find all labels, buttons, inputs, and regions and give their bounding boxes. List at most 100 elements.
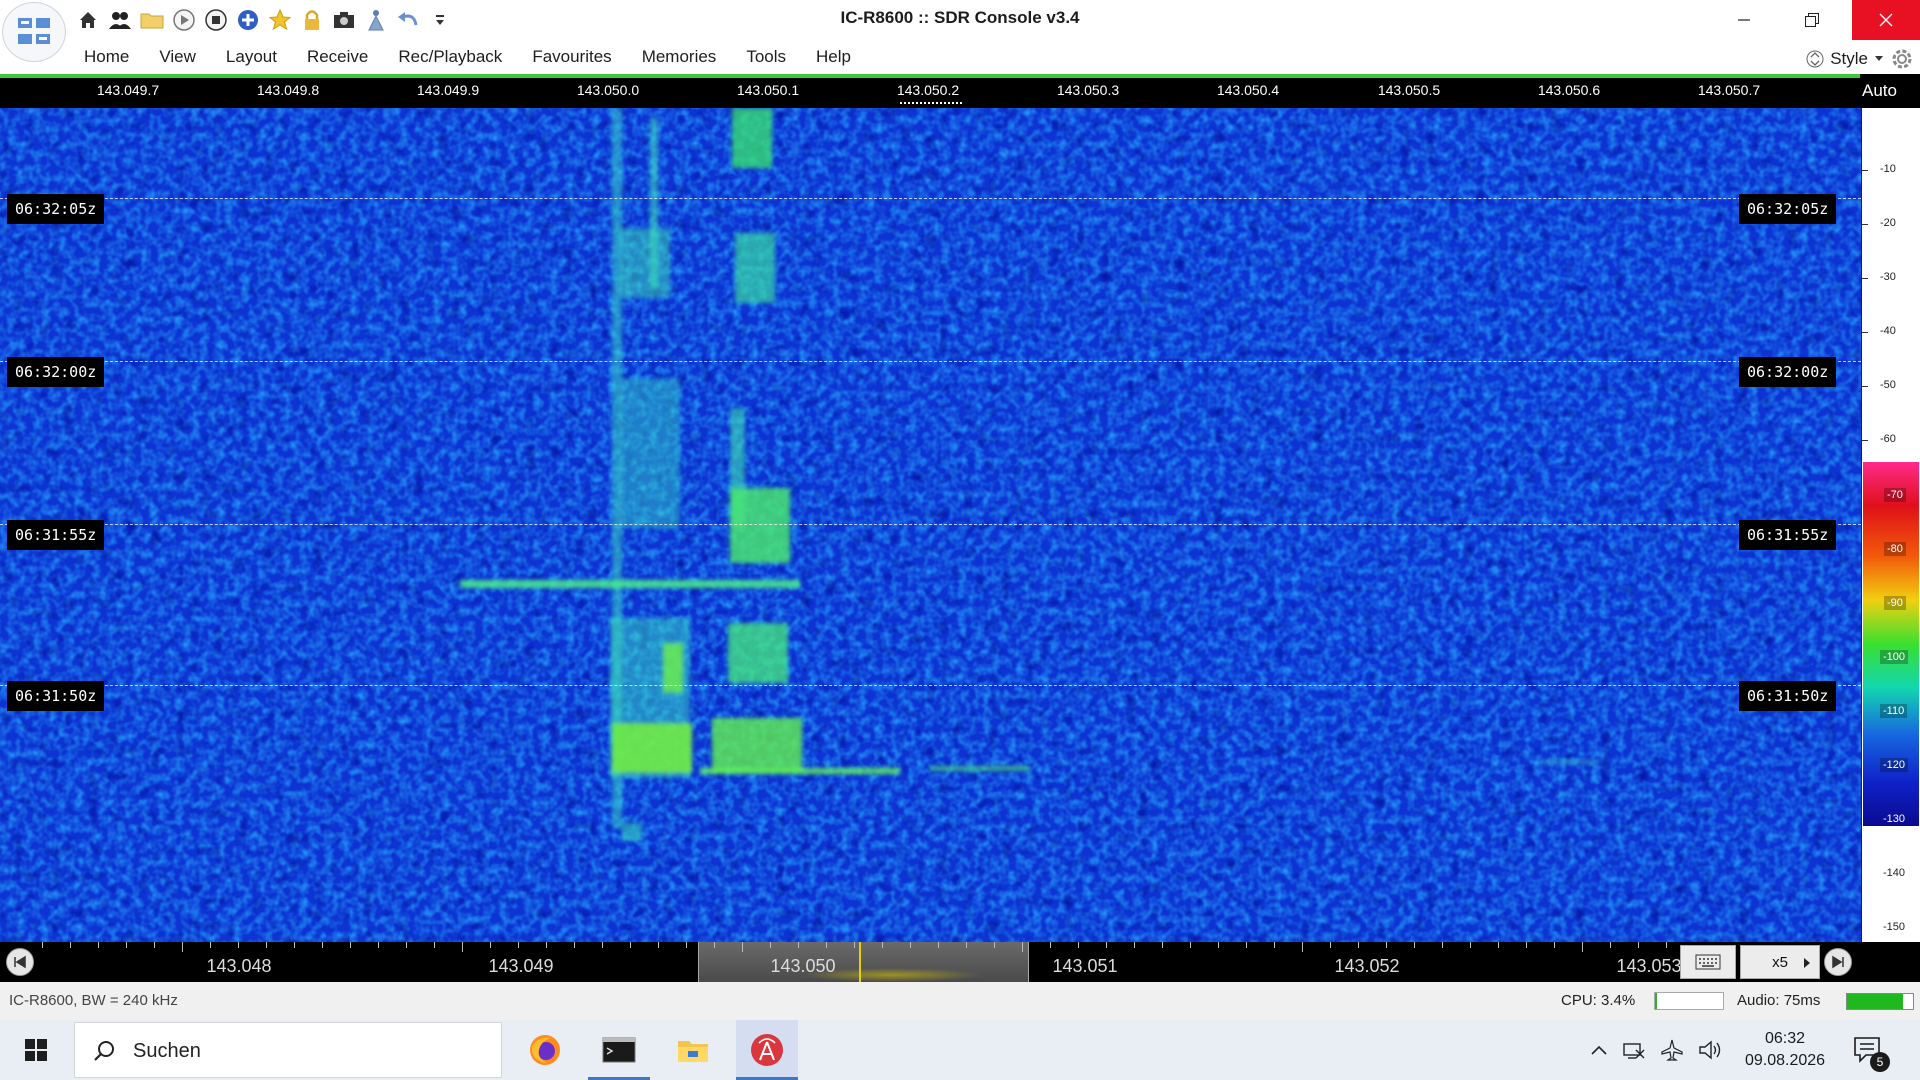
restore-button[interactable] — [1784, 0, 1840, 40]
ruler-tick — [378, 942, 379, 948]
scroll-right-button[interactable] — [1824, 948, 1852, 976]
ruler-label: 143.048 — [206, 956, 272, 976]
freq-label: 143.050.4 — [1216, 82, 1280, 98]
ruler-tick — [266, 942, 267, 948]
level-tick-label: -110 — [1880, 704, 1908, 718]
close-button[interactable] — [1852, 0, 1920, 40]
ruler-tick — [602, 942, 603, 948]
tuned-frequency-cursor[interactable] — [859, 942, 861, 982]
network-disconnected-icon[interactable] — [1622, 1040, 1646, 1060]
taskbar-clock[interactable]: 06:32 09.08.2026 — [1730, 1028, 1840, 1072]
style-menu[interactable]: Style — [1830, 49, 1868, 69]
start-button[interactable] — [0, 1020, 72, 1080]
freq-label: 143.050.7 — [1697, 82, 1761, 98]
time-grid-line — [0, 361, 1861, 362]
ruler-scale[interactable]: 143.048 143.049 143.050 143.051 143.052 … — [42, 942, 1680, 982]
scroll-left-button[interactable] — [6, 948, 34, 976]
time-grid-line — [0, 524, 1861, 525]
cpu-usage: CPU: 3.4% — [1561, 992, 1636, 1009]
app-logo-icon — [18, 18, 50, 44]
taskbar-terminal[interactable] — [588, 1020, 650, 1080]
ruler-tick — [1638, 942, 1639, 948]
freq-label: 143.050.3 — [1056, 82, 1120, 98]
ruler-tick — [1358, 942, 1359, 948]
notification-center-button[interactable]: 5 — [1852, 1034, 1890, 1072]
ruler-tick — [350, 942, 351, 948]
menu-memories[interactable]: Memories — [642, 47, 717, 67]
ruler-tick — [1442, 942, 1443, 948]
app-menu-button[interactable] — [2, 2, 66, 62]
menu-home[interactable]: Home — [84, 47, 129, 67]
freq-label: 143.049.7 — [96, 82, 160, 98]
menu-help[interactable]: Help — [816, 47, 851, 67]
chevron-down-icon[interactable] — [1874, 55, 1884, 63]
taskbar-search[interactable]: Suchen — [74, 1022, 502, 1078]
ruler-tick — [1414, 942, 1415, 948]
ruler-tick — [1498, 942, 1499, 948]
ruler-label: 143.049 — [488, 956, 554, 976]
freq-label: 143.049.8 — [256, 82, 320, 98]
windows-taskbar: Suchen 06:32 09.08.2026 5 — [0, 1020, 1920, 1080]
menu-view[interactable]: View — [159, 47, 196, 67]
gear-icon[interactable] — [1890, 47, 1914, 71]
minimize-button[interactable] — [1716, 0, 1772, 40]
skip-left-icon — [14, 955, 26, 969]
taskbar-file-explorer[interactable] — [662, 1020, 724, 1080]
menu-receive[interactable]: Receive — [307, 47, 368, 67]
ruler-label: 143.050 — [770, 956, 836, 976]
airplane-mode-icon[interactable] — [1660, 1038, 1684, 1062]
freq-label: 143.050.1 — [736, 82, 800, 98]
ruler-tick — [490, 942, 491, 948]
file-explorer-icon — [678, 1041, 708, 1062]
level-tick-label: -90 — [1884, 596, 1906, 610]
time-grid-line — [0, 198, 1861, 199]
keyboard-button[interactable] — [1680, 945, 1736, 979]
menu-favourites[interactable]: Favourites — [532, 47, 611, 67]
status-bar: IC-R8600, BW = 240 kHz CPU: 3.4% Audio: … — [0, 982, 1920, 1020]
ruler-tick — [574, 942, 575, 948]
time-label-right: 06:32:05z — [1739, 194, 1837, 224]
menu-bar: Home View Layout Receive Rec/Playback Fa… — [0, 40, 1920, 74]
ruler-tick — [182, 942, 183, 952]
zoom-selector[interactable]: x5 — [1740, 945, 1820, 979]
ruler-tick — [238, 942, 239, 948]
auto-level-button[interactable]: Auto — [1862, 81, 1897, 101]
ruler-tick — [826, 942, 827, 948]
waterfall-display[interactable]: 06:32:05z 06:32:00z 06:31:55z 06:31:50z … — [0, 108, 1861, 942]
ruler-tick — [1050, 942, 1051, 948]
ruler-tick — [966, 942, 967, 948]
ruler-tick — [546, 942, 547, 948]
taskbar-firefox[interactable] — [514, 1020, 576, 1080]
menu-layout[interactable]: Layout — [226, 47, 277, 67]
device-status: IC-R8600, BW = 240 kHz — [9, 992, 178, 1009]
menu-rec-playback[interactable]: Rec/Playback — [398, 47, 502, 67]
time-label-right: 06:31:55z — [1739, 520, 1837, 550]
menu-tools[interactable]: Tools — [746, 47, 786, 67]
ruler-tick — [1582, 942, 1583, 952]
ruler-tick — [518, 942, 519, 948]
ruler-tick — [882, 942, 883, 948]
ruler-tick — [1666, 942, 1667, 948]
ruler-tick — [1162, 942, 1163, 948]
scroll-arrows-icon[interactable] — [1806, 48, 1824, 70]
time-label-left: 06:31:50z — [7, 681, 105, 711]
firefox-icon — [530, 1035, 560, 1065]
chevron-up-icon[interactable] — [1590, 1044, 1608, 1056]
freq-label: 143.050.2 — [896, 82, 960, 98]
speaker-icon[interactable] — [1698, 1039, 1722, 1061]
ruler-tick — [294, 942, 295, 948]
ruler-tick — [1134, 942, 1135, 948]
ruler-tick — [798, 942, 799, 948]
ruler-tick — [1610, 942, 1611, 948]
time-label-right: 06:31:50z — [1739, 681, 1837, 711]
spectrum-frequency-bar[interactable]: 143.049.7 143.049.8 143.049.9 143.050.0 … — [0, 74, 1920, 108]
taskbar-sdr-console[interactable] — [736, 1020, 798, 1080]
freq-label: 143.050.6 — [1537, 82, 1601, 98]
spectrum-trace-line — [0, 74, 1860, 78]
cpu-meter — [1654, 992, 1724, 1010]
freq-label: 143.050.0 — [576, 82, 640, 98]
ruler-tick — [210, 942, 211, 948]
search-icon — [94, 1041, 114, 1061]
ruler-tick — [658, 942, 659, 948]
tuned-frequency-marker — [900, 102, 962, 104]
